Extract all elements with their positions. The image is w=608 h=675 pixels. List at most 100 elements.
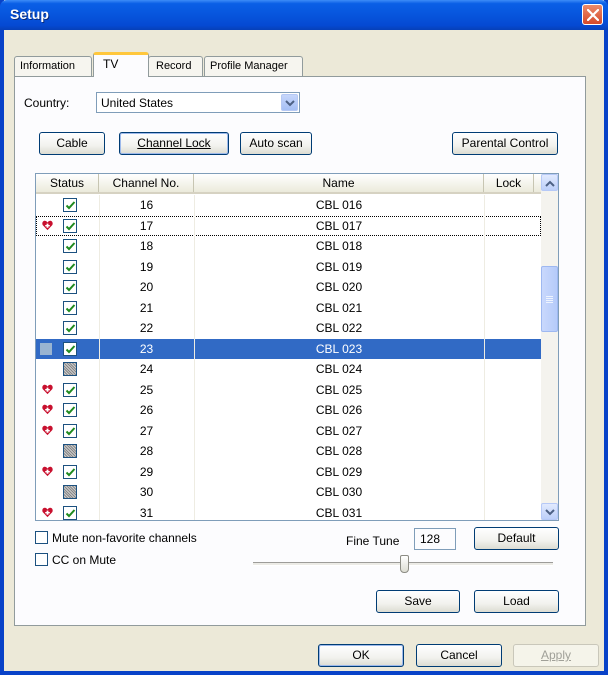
column-header-name[interactable]: Name [194,174,484,192]
table-row[interactable]: 18 CBL 018 [36,236,541,257]
checkmark-icon [65,221,76,230]
ok-button[interactable]: OK [318,644,404,667]
channel-enable-checkbox[interactable] [63,341,77,356]
table-row[interactable]: 24 CBL 024 [36,359,541,380]
channel-enable-checkbox[interactable] [63,300,77,315]
vertical-scrollbar[interactable] [541,174,558,520]
lock-cell[interactable] [484,441,534,461]
load-button[interactable]: Load [474,590,559,613]
grip-line [546,296,553,297]
tab-record[interactable]: Record [148,56,203,76]
lock-cell[interactable] [484,277,534,297]
lock-cell[interactable] [484,400,534,420]
lock-cell[interactable] [484,462,534,482]
channel-enable-checkbox[interactable] [63,423,77,438]
button-label: Channel Lock [137,136,211,150]
channel-enable-checkbox[interactable] [63,321,77,335]
table-row[interactable]: 27 CBL 027 [36,421,541,442]
checkmark-icon [65,303,76,312]
lock-cell[interactable] [484,257,534,277]
tab-information[interactable]: Information [14,56,92,76]
checkmark-icon [65,426,76,435]
table-row[interactable]: 29 CBL 029 [36,462,541,483]
lock-cell[interactable] [484,339,534,359]
table-row[interactable]: 20 CBL 020 [36,277,541,298]
table-row[interactable]: 22 CBL 022 [36,318,541,339]
cc-on-mute-checkbox[interactable] [35,553,48,566]
lock-cell[interactable] [484,298,534,318]
channel-number-cell: 20 [139,280,154,294]
save-button[interactable]: Save [376,590,460,613]
lock-cell[interactable] [484,359,534,379]
channel-lock-button[interactable]: Channel Lock [119,132,229,155]
table-row[interactable]: 25 CBL 025 [36,380,541,401]
auto-scan-button[interactable]: Auto scan [240,132,312,155]
channel-enable-checkbox[interactable] [63,403,77,417]
list-header: Status Channel No. Name Lock [36,174,541,194]
channel-enable-checkbox[interactable] [63,444,77,458]
button-label: Save [404,594,432,608]
channel-name-cell: CBL 024 [315,362,363,376]
lock-cell[interactable] [484,195,534,215]
column-header-status[interactable]: Status [36,174,99,192]
cancel-button[interactable]: Cancel [416,644,502,667]
channel-enable-checkbox[interactable] [63,464,77,479]
checkmark-icon [65,385,76,394]
lock-cell[interactable] [484,236,534,256]
dropdown-button[interactable] [281,94,298,111]
lock-cell[interactable] [484,380,534,400]
table-row[interactable]: 19 CBL 019 [36,257,541,278]
channel-enable-checkbox[interactable] [63,382,77,397]
title-bar[interactable]: Setup [0,0,608,30]
channel-name-cell: CBL 016 [315,198,363,212]
lock-cell[interactable] [484,216,534,236]
channel-number-cell: 18 [139,239,154,253]
table-row[interactable]: 26 CBL 026 [36,400,541,421]
scroll-thumb[interactable] [541,266,558,332]
country-label: Country: [24,96,70,110]
column-header-channel[interactable]: Channel No. [99,174,194,192]
checkmark-icon [65,283,76,292]
parental-control-button[interactable]: Parental Control [452,132,558,155]
scroll-up-button[interactable] [541,174,558,191]
window-title: Setup [10,6,49,22]
column-header-lock[interactable]: Lock [484,174,534,192]
country-select[interactable]: United States [96,92,300,113]
lock-cell[interactable] [484,421,534,441]
tab-tv[interactable]: TV [93,52,149,77]
channel-enable-checkbox[interactable] [63,259,77,274]
cable-button[interactable]: Cable [39,132,105,155]
table-row[interactable]: 28 CBL 028 [36,441,541,462]
chevron-up-icon [545,180,555,187]
channel-enable-checkbox[interactable] [63,505,77,520]
channel-number-cell: 26 [139,403,154,417]
channel-enable-checkbox[interactable] [63,362,77,376]
table-row[interactable]: 31 CBL 031 [36,503,541,521]
heart-icon [42,404,53,415]
scroll-down-button[interactable] [541,503,558,520]
button-label: Default [497,531,536,545]
channel-enable-checkbox[interactable] [63,280,77,294]
lock-cell[interactable] [484,482,534,502]
table-row[interactable]: 16 CBL 016 [36,195,541,216]
table-row[interactable]: 30 CBL 030 [36,482,541,503]
fine-tune-slider-thumb[interactable] [400,555,409,573]
channel-list[interactable]: Status Channel No. Name Lock 16 CBL 016 17… [35,173,559,521]
mute-nonfavorite-checkbox[interactable] [35,531,48,544]
lock-cell[interactable] [484,318,534,338]
channel-enable-checkbox[interactable] [63,218,77,233]
channel-name-cell: CBL 023 [315,341,363,356]
default-button[interactable]: Default [474,527,559,550]
channel-name-cell: CBL 017 [315,218,363,233]
close-button[interactable] [582,4,603,25]
table-row[interactable]: 21 CBL 021 [36,298,541,319]
channel-name-cell: CBL 020 [315,280,363,294]
channel-enable-checkbox[interactable] [63,485,77,499]
table-row[interactable]: 23 CBL 023 [36,338,541,359]
channel-enable-checkbox[interactable] [63,198,77,212]
table-row[interactable]: 17 CBL 017 [36,215,541,236]
lock-cell[interactable] [484,503,534,521]
tab-profile-manager[interactable]: Profile Manager [204,56,303,76]
channel-enable-checkbox[interactable] [63,239,77,253]
fine-tune-value: 128 [414,528,456,550]
